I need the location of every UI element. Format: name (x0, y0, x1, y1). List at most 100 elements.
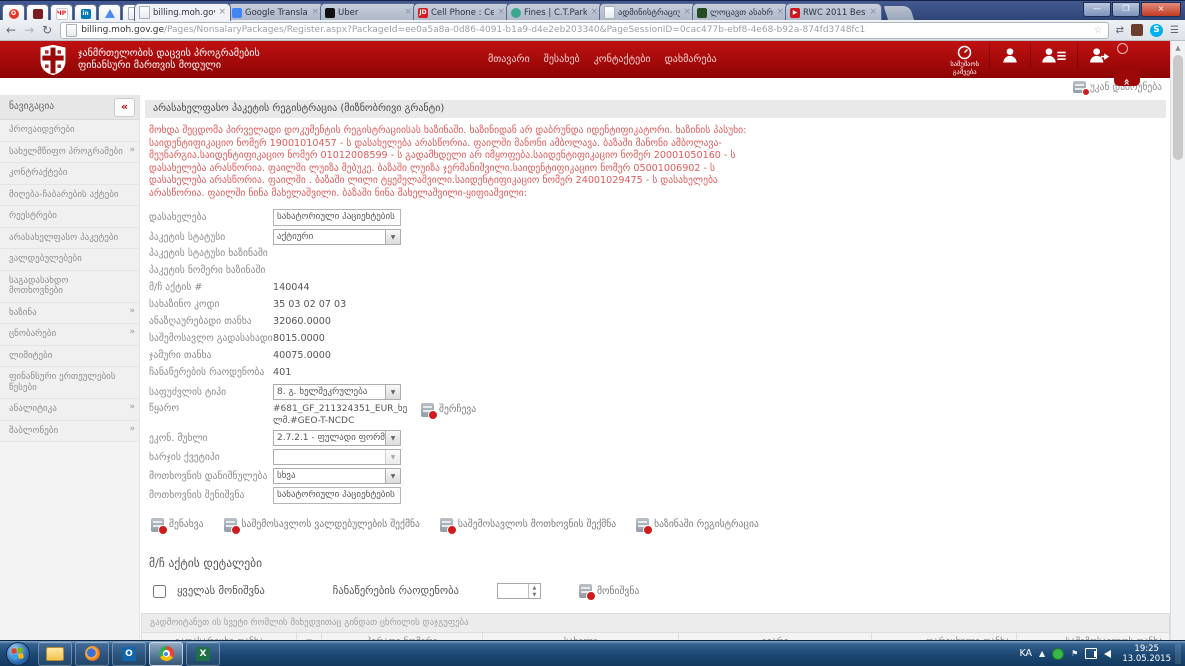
records-count-spinner[interactable]: ▲▼ (497, 583, 541, 599)
sidebar-item-financial-unit-rules[interactable]: ფინანსური ერთეულების წესები (0, 367, 139, 399)
create-request-button[interactable]: საშემოსავლოს მოთხოვნის შექმნა (440, 518, 616, 532)
menu-item-contacts[interactable]: კონტაქტები (594, 54, 651, 65)
close-icon[interactable]: × (869, 8, 877, 17)
new-tab-button[interactable] (884, 6, 915, 21)
dark-site-icon (697, 8, 707, 18)
logout-button[interactable] (1077, 43, 1122, 67)
start-button[interactable] (6, 642, 30, 666)
close-icon[interactable]: × (776, 8, 784, 17)
hidden-icons-arrow[interactable]: ▲ (1039, 649, 1045, 658)
page-scrollbar[interactable]: ▲ (1170, 41, 1185, 640)
col-header-transfer[interactable]: გადასარიცხი თანხა (142, 632, 297, 640)
profile-button[interactable] (989, 43, 1030, 67)
header-icon-group: სამუშაოს გაშვება (940, 43, 1122, 78)
sidebar-item-registers[interactable]: რეესტრები (0, 206, 139, 228)
close-icon[interactable]: × (311, 8, 319, 17)
sidebar-collapse-button[interactable]: « (114, 98, 135, 117)
register-treasury-button[interactable]: ხაზინაში რეგისტრაცია (636, 518, 759, 532)
sidebar-item-references[interactable]: ცნობარები» (0, 324, 139, 346)
taskbar-outlook-button[interactable]: O (112, 642, 146, 666)
page-icon (66, 24, 77, 37)
col-header-first-name[interactable]: სახელი (483, 632, 679, 640)
source-select-button[interactable]: შერჩევა (421, 403, 476, 417)
col-header-personal[interactable]: პირადი ნომერი (321, 632, 482, 640)
col-header-filter[interactable]: ▼ (297, 632, 322, 640)
spinner-arrows-icon[interactable]: ▲▼ (528, 584, 540, 598)
address-bar[interactable]: billing.moh.gov.ge /Pages/NonsalaryPacka… (60, 22, 1108, 39)
taskbar-firefox-button[interactable] (75, 642, 109, 666)
globe-icon[interactable] (1117, 43, 1128, 54)
sidebar-item-obligations[interactable]: ვალდებულებები (0, 249, 139, 271)
menu-item-home[interactable]: მთავარი (488, 54, 530, 65)
sidebar-item-treasury[interactable]: ხაზინა» (0, 303, 139, 325)
browser-tab-strip: O ЧР in billing.moh.gov.ge/Page× Google … (0, 0, 1185, 20)
select-all-checkbox[interactable] (153, 585, 166, 598)
col-header-last-name[interactable]: გვარი (679, 632, 871, 640)
sidebar-item-analytics[interactable]: ანალიტიკა» (0, 399, 139, 421)
sidebar-item-limits[interactable]: ლიმიტები (0, 346, 139, 368)
chevrons-up-icon: « (1120, 78, 1134, 85)
menu-item-help[interactable]: დახმარება (665, 54, 717, 65)
chrome-menu-icon[interactable]: ☰ (1170, 25, 1179, 36)
back-icon[interactable]: ← (6, 23, 16, 37)
antivirus-icon[interactable] (1052, 648, 1064, 660)
sidebar-item-state-programs[interactable]: სახელმწიფო პროგრამები» (0, 142, 139, 164)
sidebar-item-providers[interactable]: პროვაიდერები (0, 120, 139, 142)
run-job-button[interactable]: სამუშაოს გაშვება (940, 43, 989, 78)
request-note-input[interactable] (273, 487, 401, 504)
menu-item-about[interactable]: შესახებ (544, 54, 580, 65)
reload-icon[interactable]: ↻ (42, 23, 52, 37)
close-icon[interactable]: × (404, 8, 412, 17)
tab-youtube[interactable]: ▶RWC 2011 Best Tries - Y× (785, 3, 882, 21)
tab-cell-phone[interactable]: JDCell Phone : Cell Phone× (413, 3, 510, 21)
save-button[interactable]: შენახვა (151, 518, 204, 532)
tab-google-translate[interactable]: Google Translate× (227, 3, 324, 21)
close-icon[interactable]: × (683, 8, 691, 17)
bookmark-star-icon[interactable]: ☆ (1094, 25, 1103, 36)
econ-article-select[interactable]: 2.7.2.1 - ფულადი ფორმით▼ (273, 430, 401, 446)
skype-icon[interactable]: S (1150, 24, 1163, 37)
maximize-button[interactable]: ❐ (1112, 2, 1140, 17)
chevron-down-icon: ▼ (385, 230, 400, 244)
taskbar-excel-button[interactable]: X (186, 642, 220, 666)
scrollbar-thumb[interactable] (1173, 55, 1183, 160)
tab-billing[interactable]: billing.moh.gov.ge/Page× (134, 3, 231, 21)
tab-uber[interactable]: Uber× (320, 3, 417, 21)
volume-icon[interactable] (1104, 650, 1111, 658)
close-icon[interactable]: × (497, 8, 505, 17)
request-purpose-select[interactable]: სხვა▼ (273, 468, 401, 484)
taskbar-explorer-button[interactable] (38, 642, 72, 666)
taskbar-chrome-button[interactable] (149, 642, 183, 666)
scroll-up-icon[interactable]: ▲ (1171, 41, 1185, 52)
close-icon[interactable]: × (590, 8, 598, 17)
sidebar-item-nonsalary-packages[interactable]: არასახელფასო პაკეტები (0, 228, 139, 250)
clock[interactable]: 19:25 13.05.2015 (1122, 644, 1181, 664)
status-select[interactable]: აქტიური▼ (273, 229, 401, 245)
field-label: საფუძვლის ტიპი (149, 384, 273, 398)
select-all-label: ყველას მონიშვნა (177, 585, 265, 597)
sidebar-item-payment-requests[interactable]: საგადასახდო მოთხოვნები (0, 271, 139, 303)
sidebar-item-acceptance-acts[interactable]: მიღება-ჩაბარების აქტები (0, 185, 139, 207)
forward-icon[interactable]: → (24, 23, 34, 37)
tab-administrative[interactable]: ადმინისტრაციული სამ× (599, 3, 696, 21)
collapse-header-button[interactable]: « (1114, 70, 1140, 86)
close-icon[interactable]: × (218, 8, 226, 17)
col-header-income[interactable]: საშემოსავლოს თანხა (1016, 632, 1169, 640)
sidebar-item-templates[interactable]: შაბლონები» (0, 421, 139, 443)
minimize-button[interactable]: — (1083, 2, 1111, 17)
mark-button[interactable]: მონიშვნა (579, 584, 639, 598)
swap-extension-icon[interactable]: ⇄ (1116, 25, 1124, 36)
language-indicator[interactable]: KA (1019, 648, 1032, 659)
name-input[interactable] (273, 209, 401, 226)
tab-georgian-site[interactable]: ლოცავთ ასახრეზობა ა× (692, 3, 789, 21)
basis-type-select[interactable]: 8. გ. ხელშეკრულება▼ (273, 384, 401, 400)
create-obligation-button[interactable]: საშემოსავლოს ვალდებულების შექმნა (224, 518, 420, 532)
tab-ctpark[interactable]: Fines | C.T.Park× (506, 3, 603, 21)
action-center-flag-icon[interactable]: ⚑ (1071, 649, 1078, 658)
col-header-accrued[interactable]: დარიცხული თანხა (871, 632, 1016, 640)
users-list-button[interactable] (1030, 43, 1077, 67)
grid-extension-icon[interactable] (1131, 24, 1143, 36)
page-title: არასახელფასო პაკეტის რეგისტრაცია (მიზნობ… (145, 100, 1166, 118)
sidebar-item-contracts[interactable]: კონტრაქტები (0, 163, 139, 185)
close-window-button[interactable]: × (1141, 2, 1181, 17)
